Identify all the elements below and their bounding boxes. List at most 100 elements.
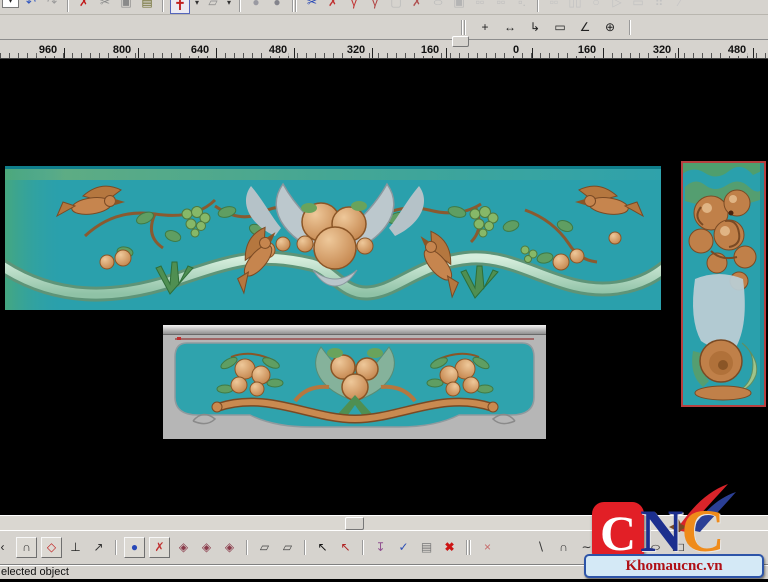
grid-icon[interactable]: ⠿ xyxy=(650,0,668,12)
small-x-tool[interactable]: × xyxy=(478,538,497,557)
paste-icon[interactable]: ▤ xyxy=(138,0,156,12)
drop-node-tool[interactable]: ↧ xyxy=(371,538,390,557)
shade-dark-icon[interactable]: ● xyxy=(268,0,286,12)
ruler-major-tick xyxy=(294,48,295,58)
select-cursor-tool[interactable]: ↖ xyxy=(313,538,332,557)
view-caret-icon[interactable]: ▾ xyxy=(225,0,233,12)
ruler-major-tick xyxy=(446,48,447,58)
slash-icon[interactable]: ∕ xyxy=(671,0,689,12)
cnc-relief-editor-window: ▾ ↶ ↷ ✗ ✂ ▣ ▤ ╋ ▾ ▱ ▾ ● ● ✂ ✗ γ γ ▢ ✗ ○ ▣ ▫▫ ▫▫ ▫. ▫▫ ▯▯ ○ ▷ ▭ ⠿ ∕ + ↔ ↳… xyxy=(0,0,768,582)
ruler-label: 960 xyxy=(36,44,60,56)
style-combo[interactable]: ▾ xyxy=(2,0,19,8)
copy-icon[interactable]: ▣ xyxy=(117,0,135,12)
drawing-canvas[interactable] xyxy=(0,59,768,515)
toolbar-secondary: + ↔ ↳ ▭ ∠ ⊕ xyxy=(0,15,768,40)
box-faint-icon[interactable]: ▢ xyxy=(387,0,405,12)
ruler-major-tick xyxy=(678,48,679,58)
separator xyxy=(362,540,364,555)
ruler-label: 480 xyxy=(266,44,290,56)
rect-measure-icon[interactable]: ▭ xyxy=(551,18,569,37)
ruler-label: 160 xyxy=(418,44,442,56)
doc-delete-tool[interactable]: ▤ xyxy=(417,538,436,557)
cut-icon[interactable]: ✂ xyxy=(96,0,114,12)
ruler-major-tick xyxy=(372,48,373,58)
region-measure-icon[interactable]: ⊕ xyxy=(601,18,619,37)
trim-icon[interactable]: ✂ xyxy=(303,0,321,12)
snap-diamond-2-icon[interactable]: ◈ xyxy=(197,538,216,557)
arc-tool[interactable]: ∩ xyxy=(554,538,573,557)
flag-icon[interactable]: γ xyxy=(345,0,363,12)
horizontal-ruler: 960 800 640 480 320 160 0 160 320 480 xyxy=(0,40,768,59)
node-delete-icon[interactable]: ✗ xyxy=(324,0,342,12)
logo-banner: Khomaucnc.vn xyxy=(584,554,764,578)
insert-node-tool[interactable]: ↗ xyxy=(89,538,108,557)
delete-cursor-tool[interactable]: ↖ xyxy=(336,538,355,557)
flag2-icon[interactable]: γ xyxy=(366,0,384,12)
box3d-icon[interactable]: ▭ xyxy=(629,0,647,12)
ruler-label: 640 xyxy=(188,44,212,56)
transform-caret-icon[interactable]: ▾ xyxy=(193,0,201,12)
ruler-label: 800 xyxy=(110,44,134,56)
prev-tool[interactable]: ‹ xyxy=(0,538,12,557)
view-icon[interactable]: ▱ xyxy=(204,0,222,12)
redo-icon[interactable]: ↷ xyxy=(43,0,61,12)
dots-icon[interactable]: ▫. xyxy=(513,0,531,12)
separator xyxy=(67,0,69,12)
logo-letter-c2: C xyxy=(681,498,725,564)
ruler-major-tick xyxy=(64,48,65,58)
status-text: elected object xyxy=(1,566,69,578)
relief-panel-column[interactable] xyxy=(681,161,766,407)
shade-icon[interactable]: ● xyxy=(247,0,265,12)
sphere-tool[interactable]: ● xyxy=(124,537,145,558)
perpendicular-tool[interactable]: ⊥ xyxy=(66,538,85,557)
fillet-tool[interactable]: ∩ xyxy=(16,537,37,558)
splitter-grip-top[interactable] xyxy=(452,36,469,47)
separator xyxy=(162,0,164,12)
ruler-label: 320 xyxy=(650,44,674,56)
line-tool[interactable]: ∖ xyxy=(531,538,550,557)
triangles-icon[interactable]: ▷ xyxy=(608,0,626,12)
columns-icon[interactable]: ▯▯ xyxy=(566,0,584,12)
node-diamond-tool[interactable]: ◇ xyxy=(41,537,62,558)
ruler-label: 320 xyxy=(344,44,368,56)
concentric-icon[interactable]: ▣ xyxy=(450,0,468,12)
snap-diamond-3-icon[interactable]: ◈ xyxy=(220,538,239,557)
polygon-faint-icon[interactable]: ○ xyxy=(587,0,605,12)
angle-measure-icon[interactable]: ∠ xyxy=(576,18,594,37)
check-tool[interactable]: ✓ xyxy=(394,538,413,557)
transform-icon[interactable]: ╋ xyxy=(170,0,190,14)
separator xyxy=(246,540,248,555)
measure-tool-group: + ↔ ↳ ▭ ∠ ⊕ xyxy=(458,18,634,37)
separator xyxy=(292,0,297,12)
flatten-arrow-tool[interactable]: ▱ xyxy=(278,538,297,557)
distance-measure-icon[interactable]: ↔ xyxy=(501,18,519,37)
vertex-tool[interactable]: ✗ xyxy=(149,537,170,558)
watermark-logo: C N C Khomaucnc.vn xyxy=(584,484,766,578)
separator xyxy=(115,540,117,555)
corner-measure-icon[interactable]: ↳ xyxy=(526,18,544,37)
separator xyxy=(629,19,631,35)
delete-icon[interactable]: ✗ xyxy=(75,0,93,12)
ruler-major-tick xyxy=(603,48,604,58)
separator xyxy=(466,540,471,555)
relief-panel-small[interactable] xyxy=(163,325,546,439)
point-measure-icon[interactable]: + xyxy=(476,18,494,37)
snap-diamond-1-icon[interactable]: ◈ xyxy=(174,538,193,557)
ruler-major-tick xyxy=(753,48,754,58)
separator xyxy=(537,0,539,12)
delete-all-tool[interactable]: ✖ xyxy=(440,538,459,557)
ruler-major-tick xyxy=(216,48,217,58)
ruler-label: 160 xyxy=(575,44,599,56)
ruler-label: 0 xyxy=(510,44,522,56)
group-icon[interactable]: ▫▫ xyxy=(471,0,489,12)
separator xyxy=(239,0,241,12)
ungroup-icon[interactable]: ▫▫ xyxy=(492,0,510,12)
loop-icon[interactable]: ○ xyxy=(424,0,452,12)
relief-panel-large[interactable] xyxy=(5,166,661,310)
flatten-tool[interactable]: ▱ xyxy=(255,538,274,557)
splitter-grip-bottom[interactable] xyxy=(345,517,364,530)
undo-icon[interactable]: ↶ xyxy=(22,0,40,12)
ruler-major-tick xyxy=(138,48,139,58)
combine-icon[interactable]: ▫▫ xyxy=(545,0,563,12)
ruler-label: 480 xyxy=(725,44,749,56)
